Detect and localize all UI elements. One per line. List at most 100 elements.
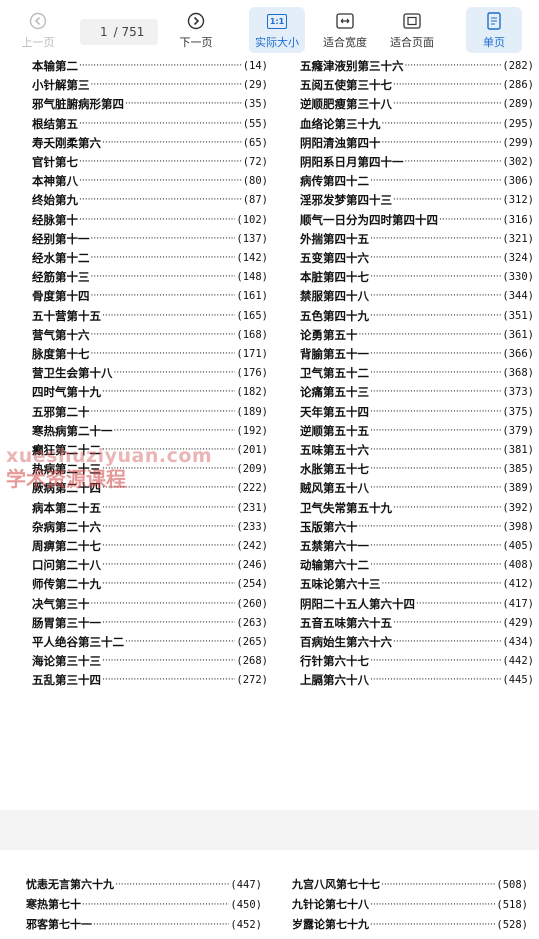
toc-entry[interactable]: 玉版第六十 ···································… bbox=[300, 517, 534, 537]
toc-entry[interactable]: 杂病第二十六 ··································… bbox=[32, 517, 268, 537]
toc-entry[interactable]: 营卫生会第十八 ·································… bbox=[32, 363, 268, 383]
toc-entry[interactable]: 禁服第四十八 ··································… bbox=[300, 286, 534, 306]
toc-entry[interactable]: 五邪第二十 ···································… bbox=[32, 402, 268, 422]
toc-dot-leader: ········································… bbox=[102, 675, 235, 686]
fit-page-button[interactable]: 适合页面 bbox=[383, 7, 441, 53]
fit-width-button[interactable]: 适合宽度 bbox=[316, 7, 374, 53]
prev-page-button[interactable]: 上一页 bbox=[14, 7, 62, 53]
toc-entry[interactable]: 五阅五使第三十七 ································… bbox=[300, 75, 534, 95]
actual-size-button[interactable]: 1:1 实际大小 bbox=[249, 7, 305, 53]
toc-entry[interactable]: 五癃津液别第三十六 ·······························… bbox=[300, 56, 534, 76]
page-number-input[interactable] bbox=[89, 25, 108, 39]
toc-entry-title: 海论第三十三 bbox=[32, 654, 101, 669]
toc-entry-title: 五味第五十六 bbox=[300, 443, 369, 457]
toc-entry[interactable]: 五禁第六十一 ··································… bbox=[300, 536, 534, 556]
toc-entry[interactable]: 五变第四十六 ··································… bbox=[300, 248, 534, 268]
toc-entry-title: 玉版第六十 bbox=[300, 519, 358, 534]
toc-entry[interactable]: 邪客第七十一 ··································… bbox=[26, 915, 262, 935]
toc-entry[interactable]: 经脉第十 ····································… bbox=[32, 210, 268, 230]
toc-entry[interactable]: 卫气失常第五十九 ································… bbox=[300, 498, 534, 518]
toc-entry[interactable]: 天年第五十四 ··································… bbox=[300, 402, 534, 422]
toc-entry[interactable]: 贼风第五十八 ··································… bbox=[300, 478, 534, 498]
toc-entry[interactable]: 卫气第五十二 ··································… bbox=[300, 363, 534, 383]
toc-entry[interactable]: 寒热第七十 ···································… bbox=[26, 895, 262, 915]
toc-entry-title: 五癃津液别第三十六 bbox=[300, 59, 404, 73]
toc-entry[interactable]: 血络论第三十九 ·································… bbox=[300, 114, 534, 134]
toc-entry[interactable]: 五味第五十六 ··································… bbox=[300, 440, 534, 460]
toc-entry[interactable]: 百病始生第六十六 ································… bbox=[300, 632, 534, 652]
toc-entry[interactable]: 海论第三十三 ··································… bbox=[32, 651, 268, 671]
toc-dot-leader: ········································… bbox=[370, 675, 502, 686]
page-indicator: / 751 bbox=[80, 19, 158, 45]
toc-entry[interactable]: 厥病第二十四 ··································… bbox=[32, 478, 268, 498]
toc-entry[interactable]: 病传第四十二 ··································… bbox=[300, 171, 534, 191]
toc-entry[interactable]: 五音五味第六十五 ································… bbox=[300, 613, 534, 633]
toc-entry[interactable]: 病本第二十五 ··································… bbox=[32, 498, 268, 518]
toc-entry[interactable]: 五色第四十九 ··································… bbox=[300, 306, 534, 326]
toc-dot-leader: ········································… bbox=[393, 80, 502, 91]
toc-entry[interactable]: 师传第二十九 ··································… bbox=[32, 574, 268, 594]
toc-entry[interactable]: 本神第八 ····································… bbox=[32, 171, 268, 191]
toc-entry[interactable]: 周痹第二十七 ··································… bbox=[32, 536, 268, 556]
toc-entry[interactable]: 五乱第三十四 ··································… bbox=[32, 670, 268, 690]
toc-entry[interactable]: 骨度第十四 ···································… bbox=[32, 286, 268, 306]
toc-entry[interactable]: 决气第三十 ···································… bbox=[32, 594, 268, 614]
toc-entry[interactable]: 官针第七 ····································… bbox=[32, 152, 268, 172]
toc-entry[interactable]: 经水第十二 ···································… bbox=[32, 248, 268, 268]
toc-entry[interactable]: 逆顺第五十五 ··································… bbox=[300, 421, 534, 441]
toc-entry[interactable]: 九针论第七十八 ·································… bbox=[292, 895, 528, 915]
toc-entry[interactable]: 动输第六十二 ··································… bbox=[300, 555, 534, 575]
toc-entry[interactable]: 经筋第十三 ···································… bbox=[32, 267, 268, 287]
toc-entry[interactable]: 论痛第五十三 ··································… bbox=[300, 382, 534, 402]
toc-dot-leader: ········································… bbox=[381, 118, 502, 129]
toc-entry[interactable]: 逆顺肥瘦第三十八 ································… bbox=[300, 94, 534, 114]
toc-entry[interactable]: 平人绝谷第三十二 ································… bbox=[32, 632, 268, 652]
toc-entry[interactable]: 口问第二十八 ··································… bbox=[32, 555, 268, 575]
next-page-button[interactable]: 下一页 bbox=[172, 7, 220, 53]
toc-entry-title: 禁服第四十八 bbox=[300, 289, 369, 304]
toc-entry[interactable]: 阴阳二十五人第六十四 ······························… bbox=[300, 594, 534, 614]
toc-entry[interactable]: 岁露论第七十九 ·································… bbox=[292, 915, 528, 935]
toc-entry[interactable]: 顺气一日分为四时第四十四····························… bbox=[300, 210, 534, 230]
toc-dot-leader: ········································… bbox=[102, 387, 235, 398]
toc-entry[interactable]: 阴阳清浊第四十 ·································… bbox=[300, 133, 534, 153]
toc-entry[interactable]: 水胀第五十七 ··································… bbox=[300, 459, 534, 479]
toc-entry-title: 逆顺肥瘦第三十八 bbox=[300, 97, 392, 112]
toc-entry-title: 卫气失常第五十九 bbox=[300, 500, 392, 515]
toc-dot-leader: ········································… bbox=[90, 291, 236, 302]
single-page-button[interactable]: 单页 bbox=[466, 7, 522, 53]
toc-entry[interactable]: 终始第九 ····································… bbox=[32, 190, 268, 210]
toc-entry[interactable]: 寒热病第二十一 ·································… bbox=[32, 421, 268, 441]
toc-entry[interactable]: 行针第六十七 ··································… bbox=[300, 651, 534, 671]
toc-entry[interactable]: 淫邪发梦第四十三 ································… bbox=[300, 190, 534, 210]
toc-entry[interactable]: 经别第十一 ···································… bbox=[32, 229, 268, 249]
toc-entry-page: (324) bbox=[502, 252, 534, 264]
toc-entry[interactable]: 脉度第十七 ···································… bbox=[32, 344, 268, 364]
toc-entry[interactable]: 营气第十六 ···································… bbox=[32, 325, 268, 345]
toc-entry[interactable]: 九宫八风第七十七 ································… bbox=[292, 875, 528, 895]
toc-entry[interactable]: 本脏第四十七 ··································… bbox=[300, 267, 534, 287]
toc-entry[interactable]: 外揣第四十五 ··································… bbox=[300, 229, 534, 249]
toc-entry[interactable]: 肠胃第三十一 ··································… bbox=[32, 613, 268, 633]
toc-entry-title: 阴阳二十五人第六十四 bbox=[300, 596, 415, 611]
toc-entry[interactable]: 邪气脏腑病形第四 ································… bbox=[32, 94, 268, 114]
toc-entry[interactable]: 忧恚无言第六十九 ································… bbox=[26, 875, 262, 895]
toc-entry[interactable]: 阴阳系日月第四十一 ·······························… bbox=[300, 152, 534, 172]
toc-dot-leader: ········································… bbox=[439, 214, 502, 225]
toc-dot-leader: ········································… bbox=[393, 637, 502, 647]
toc-entry[interactable]: 背腧第五十一 ··································… bbox=[300, 344, 534, 364]
toc-dot-leader: ········································… bbox=[79, 195, 242, 206]
toc-entry[interactable]: 五十营第十五 ··································… bbox=[32, 306, 268, 326]
toc-entry[interactable]: 癫狂第二十二 ··································… bbox=[32, 440, 268, 460]
toc-entry[interactable]: 根结第五 ····································… bbox=[32, 114, 268, 134]
toc-entry[interactable]: 寿夭刚柔第六 ··································… bbox=[32, 133, 268, 153]
toc-entry[interactable]: 四时气第十九 ··································… bbox=[32, 382, 268, 402]
toc-entry[interactable]: 五味论第六十三 ·································… bbox=[300, 574, 534, 594]
toc-entry[interactable]: 本输第二 ····································… bbox=[32, 56, 268, 76]
toc-entry[interactable]: 热病第二十三 ··································… bbox=[32, 459, 268, 479]
toc-entry[interactable]: 上膈第六十八 ··································… bbox=[300, 670, 534, 690]
toc-entry-page: (373) bbox=[502, 386, 534, 399]
toc-entry-page: (263) bbox=[236, 616, 268, 629]
toc-entry[interactable]: 小针解第三 ···································… bbox=[32, 75, 268, 95]
toc-entry[interactable]: 论勇第五十 ···································… bbox=[300, 325, 534, 345]
